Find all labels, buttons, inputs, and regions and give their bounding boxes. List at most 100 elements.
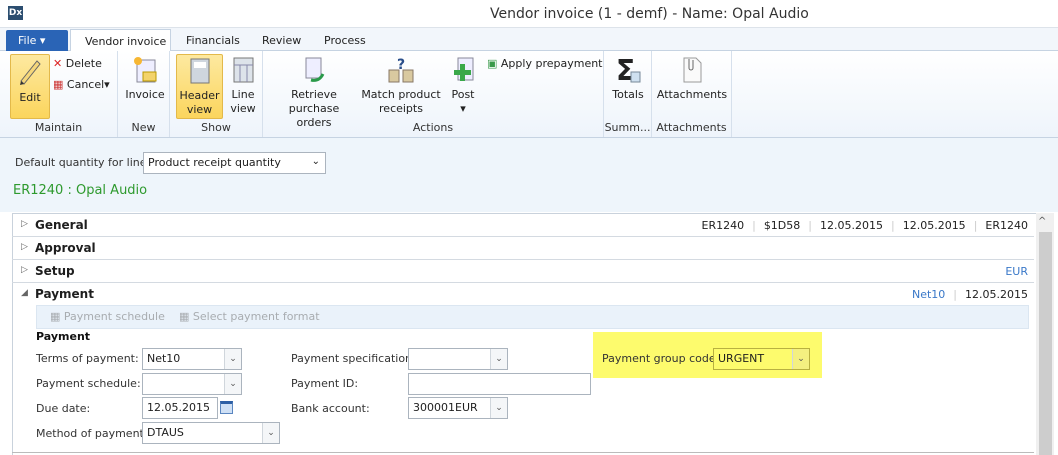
match-label: Match product	[361, 88, 441, 101]
fasttab-approval[interactable]: ▷ Approval	[12, 237, 1034, 260]
tab-process[interactable]: Process	[324, 34, 366, 47]
chevron-down-icon: ⌄	[490, 398, 507, 418]
delete-button[interactable]: ✕ Delete	[53, 57, 102, 71]
group-label: Maintain	[34, 121, 83, 134]
line-view-button[interactable]: Line view	[226, 56, 260, 116]
new-invoice-icon	[134, 57, 157, 83]
fasttab-general[interactable]: ▷ General ER1240 | $1D58 | 12.05.2015 | 12.05.2…	[12, 214, 1034, 237]
attachments-button[interactable]: Attachments	[656, 56, 728, 102]
group-label: Attachments	[656, 121, 727, 134]
cancel-icon: ▦	[53, 78, 64, 91]
payment-schedule-button[interactable]: ▦ Payment schedule	[50, 310, 165, 323]
payment-group-code-label: Payment group code:	[602, 352, 720, 365]
line-view-icon	[233, 57, 254, 83]
section-title: Setup	[35, 264, 75, 278]
payment-specification-select[interactable]: ⌄	[408, 348, 508, 370]
expand-icon: ▷	[21, 265, 28, 275]
match-product-receipts-button[interactable]: ? Match product receipts	[360, 56, 442, 116]
retrieve-icon	[305, 57, 325, 82]
payment-group-code-select[interactable]: URGENT ⌄	[713, 348, 810, 370]
payment-id-input[interactable]	[408, 373, 591, 395]
post-button[interactable]: Post ▾	[448, 56, 478, 116]
group-label: Show	[201, 121, 231, 134]
bank-account-value: 300001EUR	[413, 401, 478, 414]
method-value: DTAUS	[147, 426, 184, 439]
calendar-icon[interactable]	[220, 401, 233, 414]
section-title: Payment	[35, 287, 94, 301]
chevron-down-icon: ⌄	[311, 156, 320, 167]
section-title: Approval	[35, 241, 96, 255]
chevron-down-icon: ⌄	[490, 349, 507, 369]
cancel-button[interactable]: ▦ Cancel▾	[53, 78, 110, 92]
terms-label: Terms of payment:	[36, 352, 139, 365]
default-qty-value: Product receipt quantity	[148, 156, 281, 169]
terms-of-payment-select[interactable]: Net10 ⌄	[142, 348, 242, 370]
summary-field: ER1240	[701, 219, 745, 232]
payment-schedule-select[interactable]: ⌄	[142, 373, 242, 395]
line-view-label-2: view	[230, 102, 256, 115]
bank-account-label: Bank account:	[291, 402, 370, 415]
paperclip-icon	[683, 57, 702, 83]
payment-summary: Net10 | 12.05.2015	[911, 288, 1028, 301]
summary-field: Net10	[911, 288, 946, 301]
prepayment-icon: ▣	[487, 57, 498, 70]
edit-label: Edit	[19, 91, 41, 104]
file-label: File	[18, 34, 37, 47]
header-view-label: Header	[179, 89, 220, 102]
method-of-payment-select[interactable]: DTAUS ⌄	[142, 422, 280, 444]
svg-text:?: ?	[397, 57, 405, 73]
retrieve-purchase-orders-button[interactable]: Retrieve purchase orders	[272, 56, 356, 130]
section-title: General	[35, 218, 88, 232]
expand-icon: ▷	[21, 242, 28, 252]
terms-value: Net10	[147, 352, 181, 365]
edit-button[interactable]: Edit	[10, 54, 50, 119]
group-label: New	[131, 121, 156, 134]
window-title: Vendor invoice (1 - demf) - Name: Opal A…	[490, 6, 809, 22]
fasttab-setup[interactable]: ▷ Setup EUR	[12, 260, 1034, 283]
app-icon: Dx	[8, 6, 23, 20]
tab-review[interactable]: Review	[262, 34, 301, 47]
chevron-down-icon: ▾	[39, 34, 46, 47]
expand-icon: ▷	[21, 219, 28, 229]
select-payment-format-button[interactable]: ▦ Select payment format	[179, 310, 320, 323]
tab-financials[interactable]: Financials	[186, 34, 240, 47]
due-date-input[interactable]: 12.05.2015	[142, 397, 218, 419]
chevron-down-icon: ⌄	[224, 349, 241, 369]
line-view-label: Line	[231, 88, 255, 101]
select-payment-format-label: Select payment format	[192, 310, 320, 323]
summary-field: 12.05.2015	[902, 219, 966, 232]
apply-prepayment-label: Apply prepayment	[500, 57, 603, 70]
sigma-icon: Σ	[616, 56, 641, 84]
chevron-down-icon: ⌄	[792, 349, 809, 369]
post-icon	[454, 57, 474, 81]
chevron-down-icon: ▾	[104, 78, 110, 91]
cancel-label: Cancel	[66, 78, 105, 91]
pencil-icon	[20, 60, 41, 85]
header-view-button[interactable]: Header view	[176, 54, 223, 119]
file-menu-button[interactable]: File ▾	[6, 30, 68, 51]
default-qty-select[interactable]: Product receipt quantity ⌄	[143, 152, 326, 174]
match-label-2: receipts	[379, 102, 423, 115]
payment-schedule-label: Payment schedule	[63, 310, 165, 323]
new-invoice-button[interactable]: Invoice	[124, 56, 166, 102]
summary-field: 12.05.2015	[965, 288, 1028, 301]
summary-field: ER1240	[985, 219, 1028, 232]
fasttab-payment[interactable]: ◢ Payment Net10 | 12.05.2015	[12, 283, 1034, 306]
scroll-up-icon[interactable]: ^	[1038, 216, 1046, 227]
bank-account-select[interactable]: 300001EUR ⌄	[408, 397, 508, 419]
scrollbar-thumb[interactable]	[1039, 232, 1052, 455]
collapse-icon: ◢	[21, 288, 28, 298]
attachments-label: Attachments	[656, 88, 728, 101]
tab-vendor-invoice[interactable]: Vendor invoice	[70, 29, 171, 52]
delete-icon: ✕	[53, 57, 63, 70]
options-area	[0, 138, 1058, 212]
chevron-down-icon: ⌄	[224, 374, 241, 394]
summary-field: $1D58	[763, 219, 801, 232]
totals-label: Totals	[612, 88, 644, 101]
totals-button[interactable]: Σ Totals	[608, 56, 648, 102]
format-icon: ▦	[179, 310, 190, 323]
match-icon: ?	[388, 57, 414, 83]
method-label: Method of payment:	[36, 427, 148, 440]
apply-prepayment-button[interactable]: ▣ Apply prepayment	[487, 57, 603, 71]
divider	[12, 452, 1034, 453]
